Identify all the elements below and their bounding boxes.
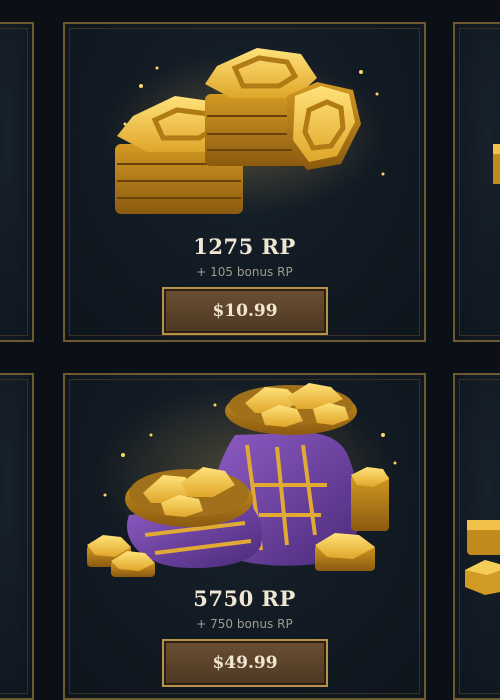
rp-pack-card[interactable]: 5750 RP + 750 bonus RP $49.99: [63, 373, 426, 700]
rp-pack-card-partial-left[interactable]: [0, 22, 34, 342]
buy-price-button[interactable]: $49.99: [162, 639, 328, 687]
bonus-rp-label: + 105 bonus RP: [196, 265, 293, 279]
rp-pack-card[interactable]: 1275 RP + 105 bonus RP $10.99: [63, 22, 426, 342]
rp-coin-stack-icon: [105, 48, 385, 214]
rp-amount: 1275 RP: [193, 234, 296, 259]
rp-coin-bag-icon: [465, 520, 500, 595]
rp-pack-card-partial-left[interactable]: [0, 373, 34, 700]
rp-pack-card-partial-right[interactable]: [453, 373, 500, 700]
rp-coin-stack-icon: [493, 144, 500, 184]
rp-pack-card-partial-right[interactable]: [453, 22, 500, 342]
rp-amount: 5750 RP: [193, 586, 296, 611]
rp-coin-bag-icon: [87, 383, 397, 577]
bonus-rp-label: + 750 bonus RP: [196, 617, 293, 631]
buy-price-button[interactable]: $10.99: [162, 287, 328, 335]
